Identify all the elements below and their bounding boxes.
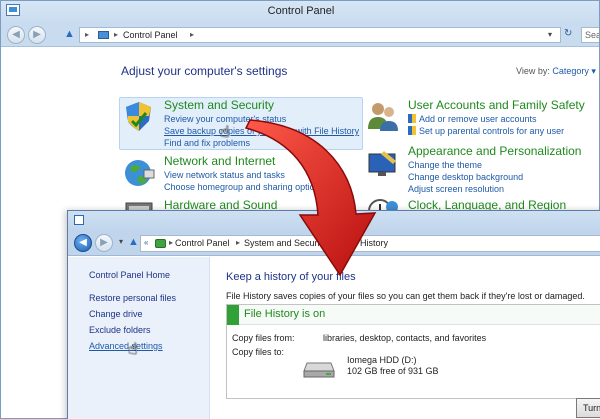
- fh-back-button[interactable]: ◀: [74, 234, 92, 252]
- link-screen-resolution[interactable]: Adjust screen resolution: [408, 184, 581, 194]
- user-accounts-icon[interactable]: [366, 99, 400, 133]
- file-history-sidebar: Control Panel Home Restore personal file…: [68, 257, 210, 419]
- file-history-navbar: ◀ ▶ ▾ ▲ « ▸ Control Panel ▸ System and S…: [68, 231, 600, 256]
- copy-from-value: libraries, desktop, contacts, and favori…: [323, 333, 487, 343]
- file-history-heading: Keep a history of your files: [226, 271, 356, 283]
- control-panel-titlebar[interactable]: Control Panel: [1, 1, 599, 23]
- sidebar-restore-files[interactable]: Restore personal files: [89, 293, 176, 303]
- address-back-icon: «: [144, 238, 149, 247]
- search-input[interactable]: Search: [581, 27, 599, 43]
- view-by-dropdown[interactable]: Category ▾: [552, 66, 596, 76]
- system-security-icon[interactable]: [122, 99, 156, 133]
- view-by-label: View by:: [516, 66, 550, 76]
- address-dropdown-icon[interactable]: ▾: [548, 30, 552, 39]
- category-network: Network and Internet View network status…: [164, 154, 324, 192]
- breadcrumb-system-security[interactable]: System and Security: [244, 238, 327, 248]
- link-review-status[interactable]: Review your computer's status: [164, 114, 359, 124]
- sidebar-change-drive[interactable]: Change drive: [89, 309, 143, 319]
- file-history-status-bar: File History is on: [227, 305, 600, 325]
- forward-arrow-icon: ▶: [100, 237, 108, 248]
- uac-shield-icon: [408, 114, 416, 123]
- file-history-small-icon: [155, 239, 166, 248]
- link-parental-controls[interactable]: Set up parental controls for any user: [408, 126, 585, 136]
- link-homegroup[interactable]: Choose homegroup and sharing options: [164, 182, 324, 192]
- link-find-fix[interactable]: Find and fix problems: [164, 138, 359, 148]
- status-indicator: [227, 305, 239, 325]
- back-arrow-icon: ◀: [79, 237, 87, 248]
- turn-off-button[interactable]: Turn off: [576, 398, 600, 418]
- category-appearance: Appearance and Personalization Change th…: [408, 144, 581, 194]
- link-change-theme[interactable]: Change the theme: [408, 160, 581, 170]
- category-user-accounts: User Accounts and Family Safety Add or r…: [408, 98, 585, 136]
- address-sep-icon: ▸: [190, 30, 195, 39]
- category-title[interactable]: Network and Internet: [164, 154, 324, 168]
- recent-pages-icon[interactable]: ▾: [119, 237, 123, 246]
- hand-cursor-icon: ☝: [220, 124, 230, 141]
- file-history-status: File History is on: [244, 308, 326, 320]
- uac-shield-icon: [408, 126, 416, 135]
- hand-cursor-icon: ☝: [128, 341, 138, 358]
- fh-forward-button[interactable]: ▶: [95, 234, 113, 252]
- appearance-icon[interactable]: [366, 147, 400, 181]
- address-bar[interactable]: ▸ ▸ Control Panel ▸ ▾: [79, 27, 561, 43]
- address-sep-icon: ▸: [85, 30, 90, 39]
- category-system-security: System and Security Review your computer…: [164, 98, 359, 148]
- fh-up-arrow-icon[interactable]: ▲: [128, 236, 139, 248]
- hard-drive-icon: [303, 362, 335, 378]
- file-history-window: File History ◀ ▶ ▾ ▲ « ▸ Control Panel ▸…: [67, 210, 600, 419]
- link-network-status[interactable]: View network status and tasks: [164, 170, 324, 180]
- file-history-panel: File History is on Copy files from: libr…: [226, 304, 600, 399]
- breadcrumb-file-history[interactable]: File History: [343, 238, 388, 248]
- refresh-icon[interactable]: ↻: [564, 28, 572, 39]
- back-arrow-icon: ◀: [12, 29, 20, 40]
- breadcrumb-control-panel[interactable]: Control Panel: [123, 30, 178, 40]
- sidebar-control-panel-home[interactable]: Control Panel Home: [89, 270, 170, 280]
- address-sep-icon: ▸: [236, 238, 241, 247]
- forward-button[interactable]: ▶: [28, 26, 46, 44]
- view-by: View by: Category ▾: [516, 66, 596, 77]
- link-add-remove-users-label: Add or remove user accounts: [419, 114, 537, 124]
- copy-from-label: Copy files from:: [232, 333, 295, 343]
- breadcrumb-control-panel[interactable]: Control Panel: [175, 238, 230, 248]
- control-panel-small-icon: [98, 31, 109, 39]
- forward-arrow-icon: ▶: [33, 29, 41, 40]
- drive-name: Iomega HDD (D:): [347, 355, 417, 365]
- link-desktop-background[interactable]: Change desktop background: [408, 172, 581, 182]
- page-heading: Adjust your computer's settings: [121, 64, 288, 78]
- control-panel-title: Control Panel: [267, 5, 335, 17]
- sidebar-exclude-folders[interactable]: Exclude folders: [89, 325, 151, 335]
- link-file-history[interactable]: Save backup copies of your files with Fi…: [164, 126, 359, 136]
- fh-address-bar[interactable]: « ▸ Control Panel ▸ System and Security …: [140, 235, 600, 252]
- category-title[interactable]: System and Security: [164, 98, 359, 112]
- up-arrow-icon[interactable]: ▲: [64, 28, 75, 40]
- file-history-description: File History saves copies of your files …: [226, 291, 585, 301]
- link-parental-controls-label: Set up parental controls for any user: [419, 126, 565, 136]
- address-sep-icon: ▸: [335, 238, 340, 247]
- view-by-value: Category: [552, 66, 589, 76]
- category-title[interactable]: User Accounts and Family Safety: [408, 98, 585, 112]
- link-add-remove-users[interactable]: Add or remove user accounts: [408, 114, 585, 124]
- address-sep-icon: ▸: [169, 238, 174, 247]
- back-button[interactable]: ◀: [7, 26, 25, 44]
- category-title[interactable]: Appearance and Personalization: [408, 144, 581, 158]
- drive-free-space: 102 GB free of 931 GB: [347, 366, 439, 376]
- copy-to-label: Copy files to:: [232, 347, 285, 357]
- address-sep-icon: ▸: [114, 30, 119, 39]
- network-internet-icon[interactable]: [122, 156, 156, 190]
- file-history-titlebar[interactable]: File History: [68, 211, 600, 231]
- file-history-title: File History: [310, 214, 366, 226]
- control-panel-navbar: ◀ ▶ ▲ ▸ ▸ Control Panel ▸ ▾ ↻ Search: [1, 23, 599, 47]
- sidebar-advanced-settings[interactable]: Advanced settings: [89, 341, 163, 351]
